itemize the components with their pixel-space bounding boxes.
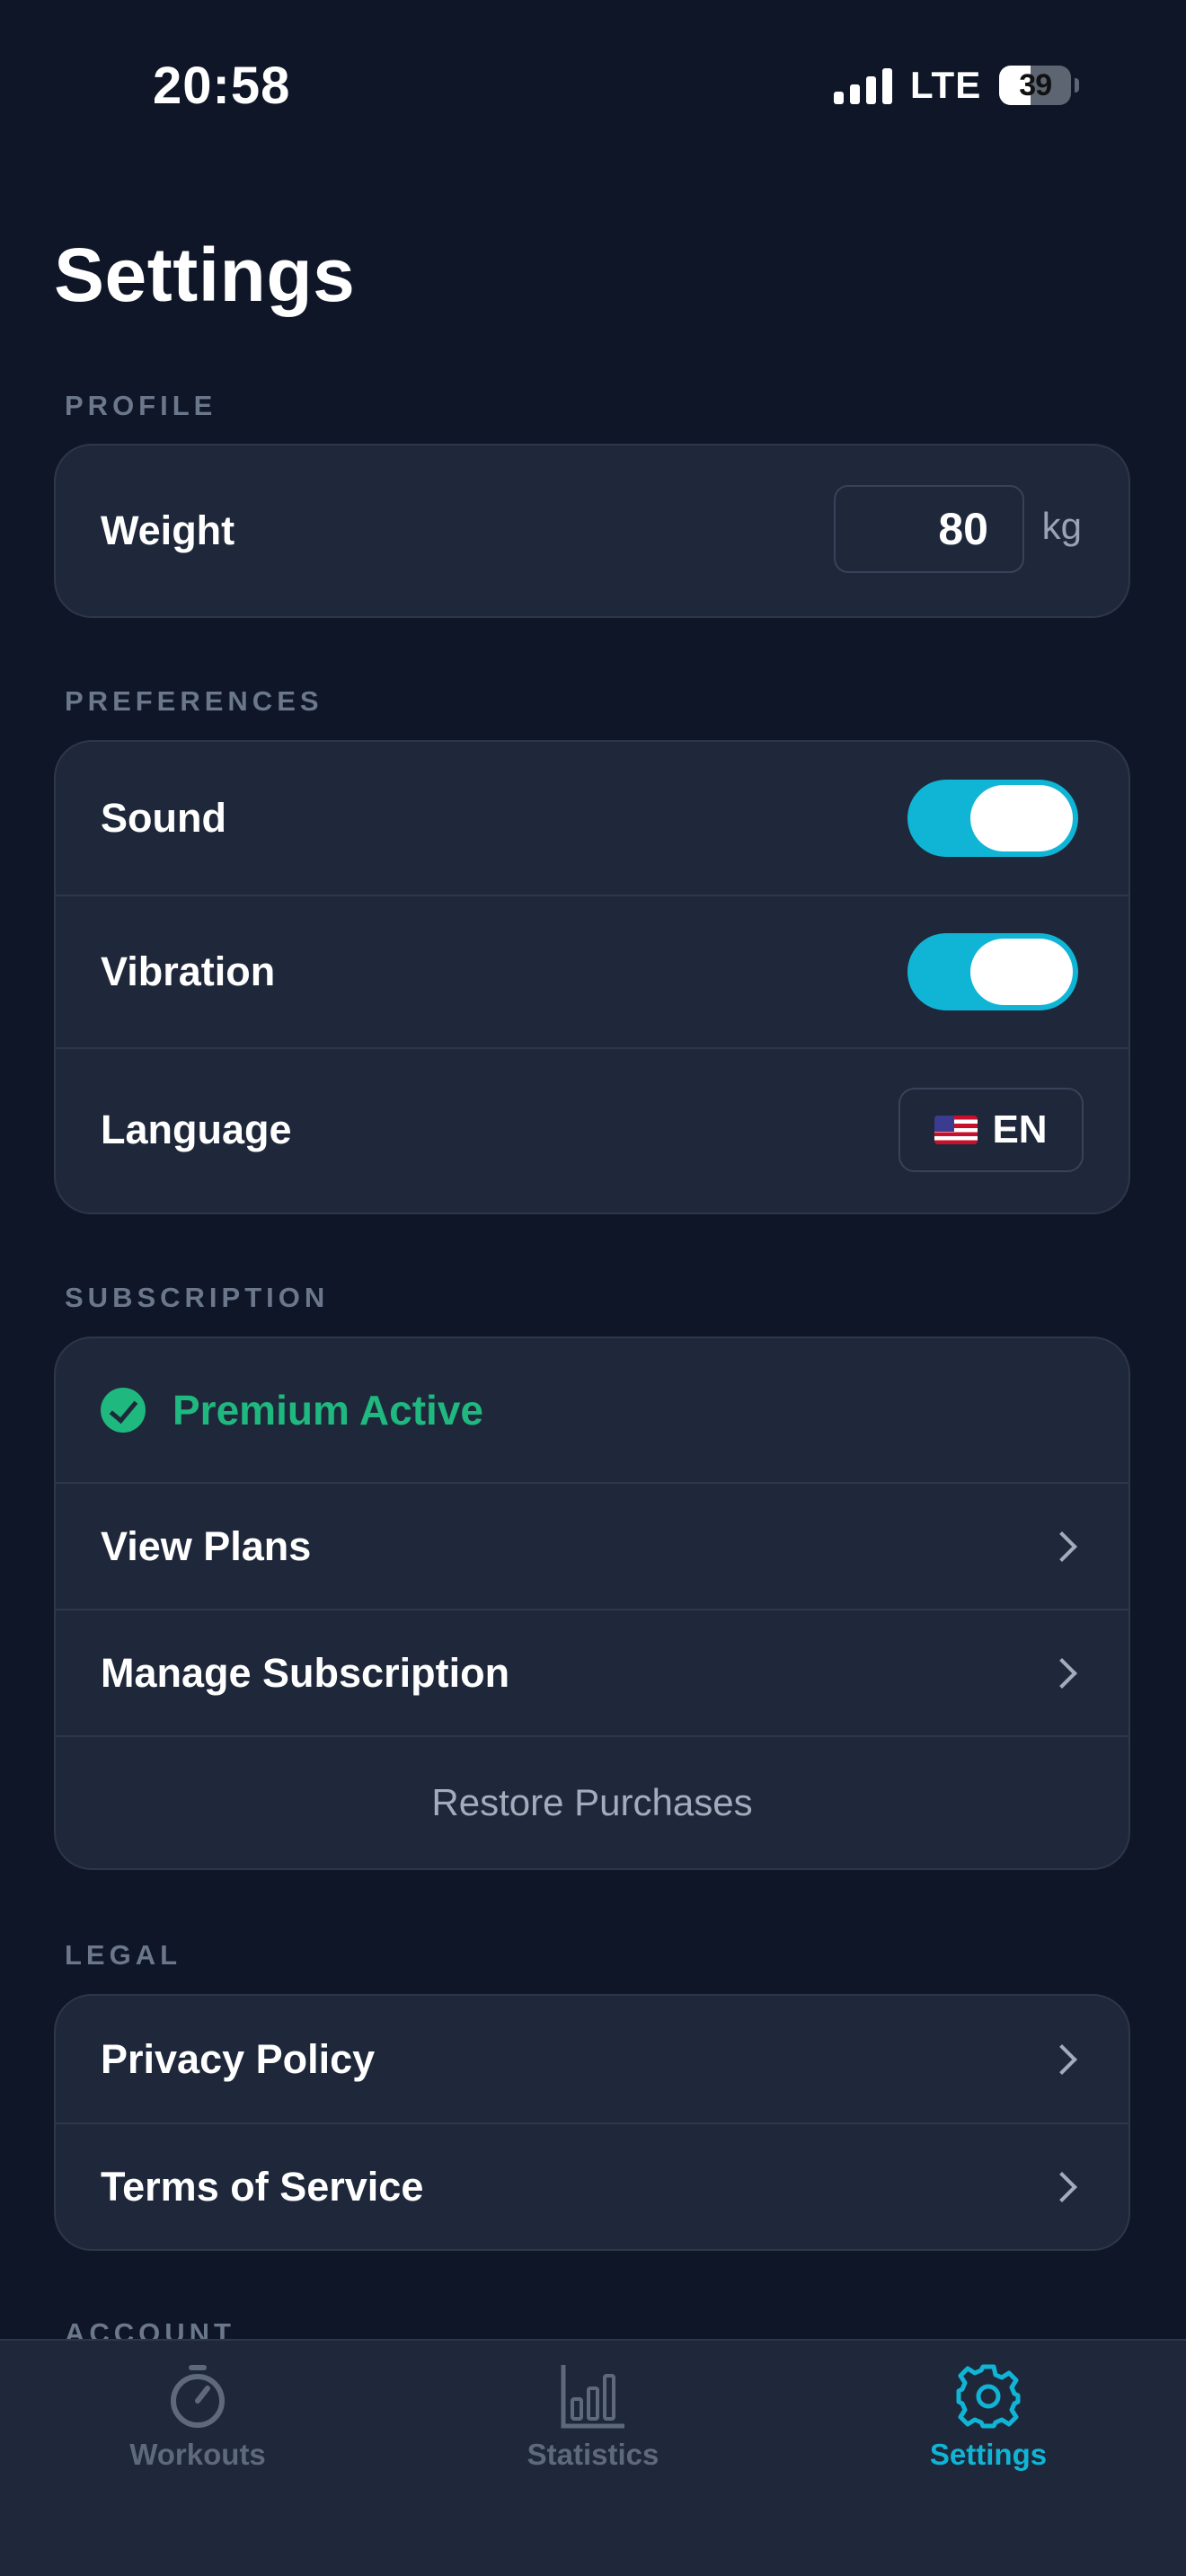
section-label-profile: PROFILE — [65, 390, 217, 421]
chevron-right-icon — [1047, 1531, 1077, 1562]
manage-subscription-row[interactable]: Manage Subscription — [56, 1609, 1128, 1735]
status-indicators: LTE 39 — [834, 64, 1080, 106]
language-code: EN — [992, 1107, 1048, 1151]
manage-subscription-label: Manage Subscription — [101, 1649, 510, 1696]
premium-status-row: Premium Active — [56, 1338, 1128, 1482]
us-flag-icon — [934, 1116, 978, 1144]
sound-label: Sound — [101, 795, 226, 841]
privacy-policy-label: Privacy Policy — [101, 2035, 376, 2082]
tab-workouts[interactable]: Workouts — [63, 2341, 332, 2472]
terms-of-service-label: Terms of Service — [101, 2163, 424, 2210]
terms-of-service-row[interactable]: Terms of Service — [56, 2122, 1128, 2249]
section-label-legal: LEGAL — [65, 1939, 182, 1971]
premium-status: Premium Active — [173, 1387, 483, 1434]
section-label-preferences: PREFERENCES — [65, 685, 323, 717]
language-label: Language — [101, 1107, 292, 1152]
preferences-card: Sound Vibration Language EN — [54, 740, 1130, 1214]
bar-chart-icon — [560, 2360, 626, 2432]
signal-icon — [834, 66, 892, 104]
battery-icon: 39 — [999, 66, 1080, 105]
network-type: LTE — [910, 64, 982, 106]
check-circle-icon — [101, 1388, 146, 1433]
vibration-toggle[interactable] — [907, 933, 1078, 1010]
page-title: Settings — [54, 233, 356, 317]
legal-card: Privacy Policy Terms of Service — [54, 1994, 1130, 2251]
stopwatch-icon — [166, 2360, 229, 2432]
weight-unit: kg — [1041, 505, 1082, 547]
sound-row: Sound — [56, 742, 1128, 895]
view-plans-label: View Plans — [101, 1522, 312, 1569]
restore-purchases-row[interactable]: Restore Purchases — [56, 1735, 1128, 1868]
gear-icon — [954, 2360, 1022, 2432]
tab-settings-label: Settings — [929, 2438, 1048, 2471]
vibration-label: Vibration — [101, 948, 276, 994]
view-plans-row[interactable]: View Plans — [56, 1482, 1128, 1609]
tab-workouts-label: Workouts — [129, 2438, 266, 2471]
vibration-row: Vibration — [56, 895, 1128, 1047]
tab-statistics[interactable]: Statistics — [458, 2341, 728, 2472]
tab-bar: Workouts Statistics Settings — [0, 2339, 1186, 2576]
privacy-policy-row[interactable]: Privacy Policy — [56, 1996, 1128, 2122]
restore-purchases-button[interactable]: Restore Purchases — [101, 1781, 1084, 1824]
chevron-right-icon — [1047, 2043, 1077, 2075]
chevron-right-icon — [1047, 1657, 1077, 1689]
tab-settings[interactable]: Settings — [854, 2341, 1123, 2472]
weight-row: Weight 80 kg — [56, 446, 1128, 616]
weight-label: Weight — [101, 507, 235, 553]
section-label-subscription: SUBSCRIPTION — [65, 1282, 330, 1313]
subscription-card: Premium Active View Plans Manage Subscri… — [54, 1337, 1130, 1870]
status-time: 20:58 — [153, 57, 291, 115]
tab-statistics-label: Statistics — [527, 2438, 659, 2471]
weight-input[interactable]: 80 — [834, 485, 1024, 573]
language-selector[interactable]: EN — [898, 1088, 1084, 1172]
sound-toggle[interactable] — [907, 780, 1078, 857]
profile-card: Weight 80 kg — [54, 444, 1130, 618]
language-row: Language EN — [56, 1047, 1128, 1211]
chevron-right-icon — [1047, 2171, 1077, 2202]
battery-level: 39 — [1019, 67, 1052, 102]
